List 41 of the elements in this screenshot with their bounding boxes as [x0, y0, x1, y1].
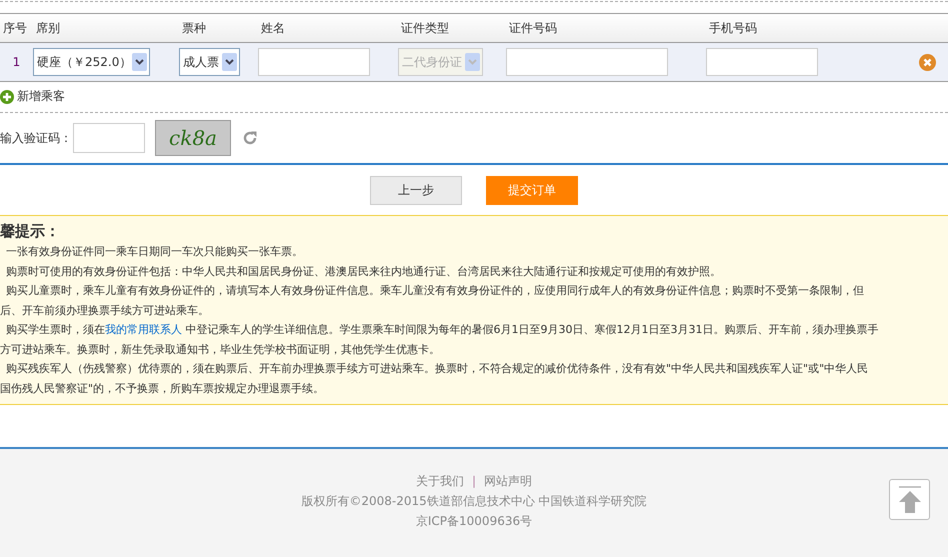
row-number: 1	[12, 55, 22, 69]
copyright-text: 版权所有©2008-2015铁道部信息技术中心 中国铁道科学研究院	[301, 493, 647, 510]
column-header: 证件类型	[400, 20, 450, 36]
column-header: 票种	[181, 20, 207, 36]
chevron-down-icon	[465, 53, 480, 71]
phone-field[interactable]	[706, 48, 818, 76]
footer-link[interactable]: 网站声明	[484, 471, 532, 491]
form-button[interactable]: 上一步	[370, 176, 462, 204]
tip-text: 后、开车前须办理换票手续方可进站乘车。	[0, 302, 210, 318]
refresh-icon[interactable]	[242, 130, 258, 146]
column-header: 证件号码	[508, 20, 558, 36]
tips-title: 馨提示：	[0, 221, 61, 241]
add-passenger-link[interactable]: 新增乘客	[17, 88, 65, 105]
tip-text: 方可进站乘车。换票时，新生凭录取通知书，毕业生凭学校书面证明，其他凭学生优惠卡。	[0, 342, 441, 358]
column-header: 手机号码	[708, 20, 758, 36]
footer-link[interactable]: 关于我们	[416, 471, 464, 491]
add-icon[interactable]	[0, 90, 14, 104]
back-to-top-button[interactable]	[889, 479, 930, 520]
arrow-up-icon	[896, 484, 922, 514]
contacts-link[interactable]: 我的常用联系人	[105, 323, 182, 336]
footer-separator: |	[472, 473, 476, 490]
remove-icon[interactable]	[918, 54, 936, 70]
tip-text: 购票时可使用的有效身份证件包括：中华人民共和国居民身份证、港澳居民来往内地通行证、台湾居民来往大陆通行证和按规定可使用的有效护照。	[5, 264, 722, 280]
seat-select[interactable]: 硬座（￥252.0）	[33, 48, 150, 76]
captcha-field[interactable]	[73, 123, 145, 153]
chevron-down-icon	[222, 53, 237, 71]
tip-text: 购买残疾军人（伤残警察）优待票的，须在购票后、开车前办理换票手续方可进站乘车。换票时，不符合规定的减价优待条件，没有有效"中华人民共和国残疾军人证"或"中华人民	[5, 361, 870, 377]
icp-text: 京ICP备10009636号	[416, 513, 532, 530]
column-header: 姓名	[260, 20, 286, 36]
tip-text: 一张有效身份证件同一乘车日期同一车次只能购买一张车票。	[5, 244, 304, 260]
captcha-label: 输入验证码：	[0, 130, 72, 146]
id-number-field[interactable]	[506, 48, 668, 76]
column-header: 席别	[35, 20, 61, 36]
captcha-image[interactable]: ck8a	[155, 120, 231, 156]
ticket-type-select[interactable]: 成人票	[179, 48, 240, 76]
tip-text: 国伤残人民警察证"的，不予换票，所购车票按规定办理退票手续。	[0, 380, 326, 396]
tip-text: 购买儿童票时，乘车儿童有有效身份证件的，请填写本人有效身份证件信息。乘车儿童没有有效身份证件的，应使用同行成年人的有效身份证件信息；购票时不受第一条限制，但	[5, 283, 865, 299]
column-header: 序号	[2, 20, 28, 36]
chevron-down-icon	[132, 53, 147, 71]
tip-text: 购买学生票时，须在我的常用联系人 中登记乘车人的学生详细信息。学生票乘车时间限为每年的暑假6月1日至9月30日、寒假12月1日至3月31日。购票后、开车前，须办理换票手	[5, 322, 880, 338]
name-field[interactable]	[258, 48, 370, 76]
